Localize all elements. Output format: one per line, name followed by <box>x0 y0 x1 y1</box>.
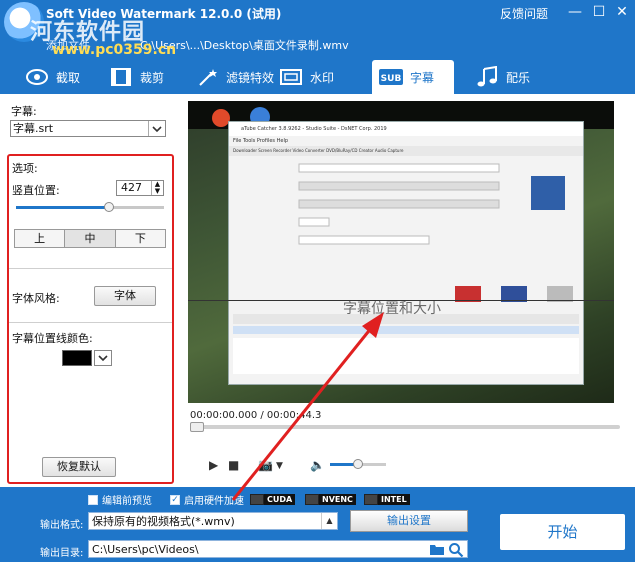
svg-text:SUB: SUB <box>381 74 402 84</box>
magic-wand-icon <box>194 66 220 88</box>
tab-music[interactable]: 配乐 <box>468 60 548 94</box>
highlight-box <box>7 154 174 484</box>
hardware-accel-checkbox[interactable]: ✓ 启用硬件加速 <box>170 492 244 507</box>
outline-color-label: 字幕位置线颜色: <box>12 332 93 345</box>
volume-icon[interactable]: 🔈 <box>310 458 325 472</box>
subtitle-preview-text: 字幕位置和大小 <box>343 301 441 317</box>
chevron-up-icon[interactable]: ▲ <box>321 513 337 529</box>
tab-subtitle[interactable]: SUB 字幕 <box>372 60 454 94</box>
intel-label: INTEL <box>378 494 410 505</box>
spinner-arrows-icon[interactable]: ▲ ▼ <box>151 181 163 195</box>
recorded-window-title: aTube Catcher 3.8.9262 - Studio Suite - … <box>229 122 583 136</box>
recorded-window-menu: File Tools Profiles Help <box>233 138 289 144</box>
options-label: 选项: <box>12 162 38 175</box>
font-button[interactable]: 字体 <box>94 286 156 306</box>
play-icon[interactable]: ▶ <box>209 458 218 472</box>
outline-color-swatch[interactable] <box>62 350 92 366</box>
camera-dropdown-icon[interactable]: ▼ <box>276 461 283 471</box>
gpu-chip-icon <box>364 494 378 505</box>
site-watermark-url: www.pc0359.cn <box>52 42 177 58</box>
chevron-down-icon[interactable] <box>148 121 165 136</box>
time-current: 00:00:00.000 <box>190 410 258 421</box>
chevron-down-icon[interactable] <box>94 350 112 366</box>
vertical-position-value: 427 <box>121 181 142 194</box>
volume-slider[interactable] <box>330 459 386 469</box>
seek-bar[interactable] <box>190 422 620 432</box>
video-preview[interactable]: aTube Catcher 3.8.9262 - Studio Suite - … <box>188 101 614 403</box>
vertical-position-label: 竖直位置: <box>12 184 60 197</box>
intel-badge: INTEL <box>364 493 410 506</box>
output-settings-button[interactable]: 输出设置 <box>350 510 468 532</box>
tab-capture-label: 截取 <box>56 70 81 85</box>
cuda-label: CUDA <box>264 494 296 505</box>
align-middle-button[interactable]: 中 <box>65 230 116 247</box>
tab-watermark[interactable]: 水印 <box>272 60 352 94</box>
search-icon[interactable] <box>448 542 464 557</box>
volume-thumb[interactable] <box>353 459 363 469</box>
music-icon <box>474 66 500 88</box>
checkbox-icon[interactable] <box>88 494 98 505</box>
crop-icon <box>24 66 50 88</box>
feedback-link[interactable]: 反馈问题 <box>500 5 548 22</box>
close-button[interactable]: ✕ <box>613 4 631 20</box>
minimize-button[interactable]: — <box>566 4 584 20</box>
seek-thumb[interactable] <box>190 422 204 432</box>
preview-before-edit-checkbox[interactable]: 编辑前预览 <box>88 492 152 507</box>
time-total: 00:00:44.3 <box>266 410 322 421</box>
start-button[interactable]: 开始 <box>500 514 625 550</box>
subtitle-file-value: 字幕.srt <box>13 122 54 135</box>
tab-music-label: 配乐 <box>506 70 531 85</box>
tab-capture[interactable]: 截取 <box>18 60 98 94</box>
reset-default-button[interactable]: 恢复默认 <box>42 457 116 477</box>
folder-icon[interactable] <box>429 542 445 557</box>
font-style-label: 字体风格: <box>12 292 60 305</box>
recorded-window-content <box>233 163 579 374</box>
recorded-window: aTube Catcher 3.8.9262 - Studio Suite - … <box>228 121 584 385</box>
nvenc-label: NVENC <box>319 494 356 505</box>
output-format-value: 保持原有的视频格式(*.wmv) <box>92 515 235 528</box>
preview-before-edit-label: 编辑前预览 <box>102 496 152 507</box>
maximize-button[interactable]: ☐ <box>590 4 608 20</box>
output-format-label: 输出格式: <box>40 520 84 531</box>
film-icon <box>108 66 134 88</box>
output-dir-value: C:\Users\pc\Videos\ <box>92 543 199 556</box>
tab-bar: 截取 裁剪 滤镜特效 水印 SUB 字幕 配乐 <box>0 58 635 94</box>
vertical-position-spinner[interactable]: 427 ▲ ▼ <box>116 180 164 196</box>
slider-fill <box>16 206 110 209</box>
tab-trim[interactable]: 裁剪 <box>102 60 182 94</box>
preview-panel: aTube Catcher 3.8.9262 - Studio Suite - … <box>178 94 635 487</box>
time-display: 00:00:00.000 / 00:00:44.3 <box>190 410 321 421</box>
tab-subtitle-label: 字幕 <box>410 70 435 85</box>
align-top-button[interactable]: 上 <box>15 230 66 247</box>
tab-filters[interactable]: 滤镜特效 <box>188 60 278 94</box>
subtitle-file-select[interactable]: 字幕.srt <box>10 120 166 137</box>
alignment-group: 上 中 下 <box>14 229 166 248</box>
checkbox-icon[interactable]: ✓ <box>170 494 180 505</box>
divider <box>9 268 172 269</box>
align-bottom-button[interactable]: 下 <box>115 230 165 247</box>
subtitle-icon: SUB <box>378 66 404 88</box>
nvenc-badge: NVENC <box>305 493 356 506</box>
tab-trim-label: 裁剪 <box>140 70 165 85</box>
subtitle-label: 字幕: <box>11 105 37 118</box>
cuda-badge: CUDA <box>250 493 296 506</box>
title-bar: Soft Video Watermark 12.0.0 (试用) 河东软件园 添… <box>0 0 635 58</box>
vertical-position-slider[interactable] <box>16 202 164 212</box>
hardware-accel-label: 启用硬件加速 <box>184 496 244 507</box>
gpu-chip-icon <box>250 494 264 505</box>
stop-icon[interactable]: ■ <box>228 458 239 472</box>
recorded-window-tabs: Downloader Screen Recorder Video Convert… <box>229 146 583 156</box>
watermark-frame-icon <box>278 66 304 88</box>
output-dir-label: 输出目录: <box>40 548 84 559</box>
time-separator: / <box>257 410 267 421</box>
output-dir-field[interactable]: C:\Users\pc\Videos\ <box>88 540 468 558</box>
bottom-bar: 编辑前预览 ✓ 启用硬件加速 CUDA NVENC INTEL 输出格式: 保持… <box>0 487 635 562</box>
subtitle-settings-panel: 字幕: 字幕.srt 选项: 竖直位置: 427 ▲ ▼ 上 中 下 字体风格: … <box>0 94 178 487</box>
camera-icon[interactable]: 📷 <box>258 458 273 472</box>
tab-filters-label: 滤镜特效 <box>226 70 275 85</box>
output-format-select[interactable]: 保持原有的视频格式(*.wmv) ▲ <box>88 512 338 530</box>
divider <box>9 322 172 323</box>
tab-watermark-label: 水印 <box>310 70 335 85</box>
gpu-chip-icon <box>305 494 319 505</box>
